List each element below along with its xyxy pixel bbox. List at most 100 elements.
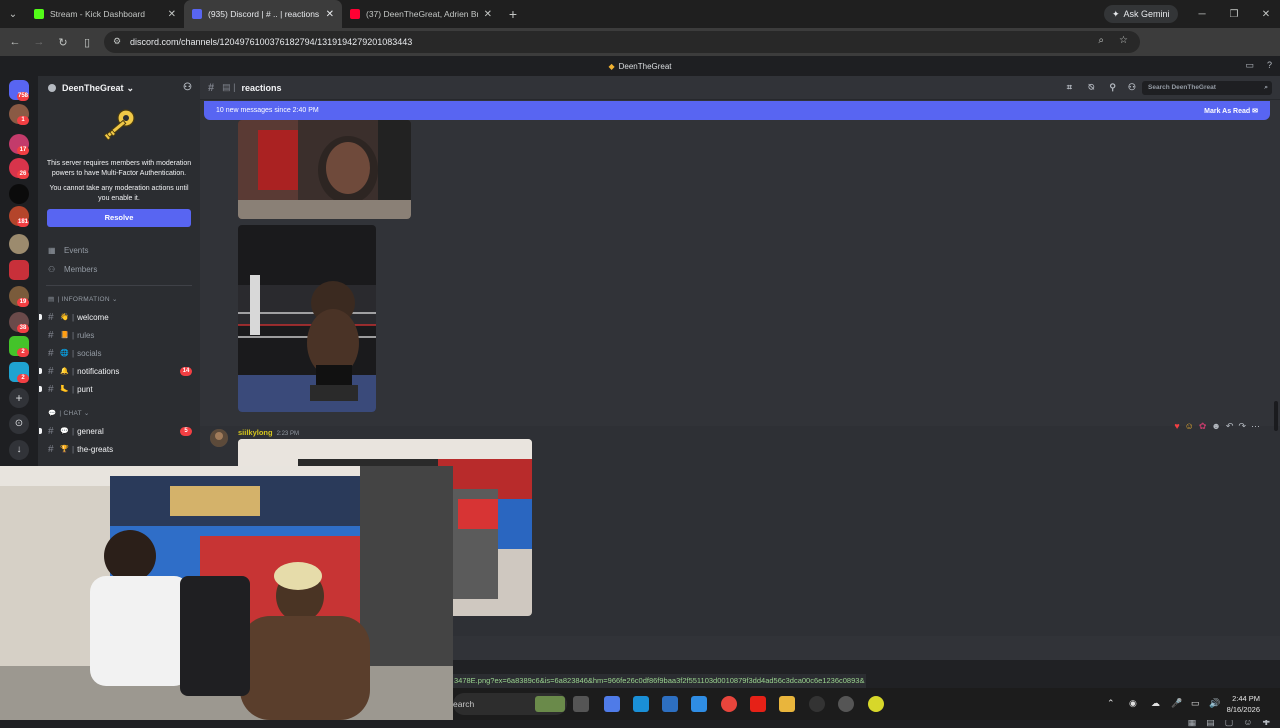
help-icon[interactable]: ? — [1267, 60, 1272, 70]
edge-icon[interactable] — [633, 696, 649, 712]
threads-icon[interactable]: ⌗ — [1067, 82, 1072, 93]
channel-notifications[interactable]: # 🔔 | notifications 14 — [38, 362, 200, 380]
inbox-icon[interactable]: ▭ — [1245, 60, 1254, 71]
taskbar-clock[interactable]: 2:44 PM 8/16/2026 — [1227, 693, 1260, 715]
server-icon[interactable] — [9, 234, 29, 254]
youtube-icon[interactable] — [750, 696, 766, 712]
youtube-favicon-icon — [350, 9, 360, 19]
discover-icon[interactable]: ⊙ — [9, 414, 29, 434]
reply-icon[interactable]: ↶ — [1226, 421, 1234, 432]
tab-search-icon[interactable]: ⌄ — [0, 0, 26, 28]
file-explorer-icon[interactable] — [779, 696, 795, 712]
tab-title: (935) Discord | # .. | reactions — [208, 9, 320, 19]
server-icon[interactable] — [9, 184, 29, 204]
maximize-icon[interactable]: ❐ — [1218, 0, 1250, 28]
laugh-reaction-icon[interactable]: ☺ — [1185, 421, 1194, 431]
back-icon[interactable]: ← — [3, 36, 27, 48]
badge: 1 — [17, 116, 29, 125]
server-header[interactable]: DeenTheGreat ⌄ ⚇ — [38, 76, 200, 100]
close-window-icon[interactable]: ✕ — [1250, 0, 1280, 28]
outlook-icon[interactable] — [691, 696, 707, 712]
hash-icon: # — [48, 311, 54, 323]
reload-icon[interactable]: ↻ — [51, 36, 75, 49]
mfa-text: You cannot take any moderation actions u… — [49, 185, 189, 202]
bookmark-star-icon[interactable]: ☆ — [1119, 35, 1128, 46]
hash-icon: # — [48, 425, 54, 437]
tab-youtube[interactable]: (37) DeenTheGreat, Adrien Bro ✕ — [342, 0, 500, 28]
task-view-icon[interactable] — [573, 696, 589, 712]
add-reaction-icon[interactable]: ☻ — [1211, 421, 1220, 431]
server-status-icon — [48, 84, 56, 92]
badge: 2 — [17, 348, 29, 357]
ask-gemini-button[interactable]: ✦ Ask Gemini — [1104, 5, 1178, 23]
tray-app-icon[interactable]: ◉ — [1129, 698, 1137, 709]
channel-type-icon: ▤ | — [222, 82, 236, 92]
volume-icon[interactable]: 🔊 — [1209, 698, 1220, 709]
image-attachment[interactable] — [238, 120, 411, 219]
foot-emoji-icon: 🦶 — [60, 386, 69, 393]
copilot-icon[interactable] — [604, 696, 620, 712]
members-nav-item[interactable]: ⚇ Members — [38, 260, 200, 279]
download-icon[interactable]: ↓ — [9, 440, 29, 460]
notification-bell-icon[interactable]: ⍉ — [1089, 82, 1094, 93]
invite-people-icon[interactable]: ⚇ — [183, 82, 192, 93]
server-icon[interactable] — [9, 260, 29, 280]
minimize-icon[interactable]: ─ — [1186, 0, 1218, 28]
search-highlight-icon[interactable] — [535, 696, 565, 712]
store-icon[interactable] — [662, 696, 678, 712]
badge: 758 — [17, 92, 30, 101]
message-username[interactable]: siilkylong — [238, 428, 273, 437]
channel-header: # ▤ | reactions ⌗ ⍉ ⚲ ⚇ Search DeenTheGr… — [200, 76, 1280, 100]
avatar[interactable] — [210, 429, 228, 447]
microphone-icon[interactable]: 🎤 — [1171, 698, 1182, 709]
heart-reaction-icon[interactable]: ♥ — [1174, 421, 1179, 431]
book-emoji-icon: 📙 — [60, 332, 69, 339]
pin-icon[interactable]: ⚲ — [1109, 82, 1116, 93]
side-panel-icon[interactable]: ▯ — [75, 36, 99, 49]
channel-title: reactions — [241, 82, 282, 93]
norton-icon[interactable] — [868, 696, 884, 712]
channel-the-greats[interactable]: # 🏆 | the-greats — [38, 440, 200, 458]
member-list-icon[interactable]: ⚇ — [1128, 82, 1136, 93]
image-attachment[interactable] — [238, 225, 376, 412]
kick-favicon-icon — [34, 9, 44, 19]
hash-icon: # — [48, 329, 54, 341]
mark-as-read-button[interactable]: Mark As Read ✉ — [1204, 107, 1258, 115]
add-server-icon[interactable]: + — [9, 388, 29, 408]
channel-rules[interactable]: # 📙 | rules — [38, 326, 200, 344]
close-tab-icon[interactable]: ✕ — [484, 9, 492, 20]
close-tab-icon[interactable]: ✕ — [168, 9, 176, 20]
new-messages-bar[interactable]: 10 new messages since 2:40 PM Mark As Re… — [204, 101, 1270, 120]
custom-reaction-icon[interactable]: ✿ — [1199, 421, 1207, 432]
close-tab-icon[interactable]: ✕ — [326, 9, 334, 20]
more-options-icon[interactable]: ⋯ — [1251, 421, 1260, 432]
category-information[interactable]: ▤ | INFORMATION ⌄ — [38, 290, 200, 308]
site-info-icon[interactable]: ⚙ — [113, 36, 121, 47]
media-player-icon[interactable] — [838, 696, 854, 712]
forward-icon[interactable]: ↷ — [1238, 421, 1246, 432]
forward-icon[interactable]: → — [27, 36, 51, 48]
display-icon[interactable]: ▭ — [1191, 698, 1200, 709]
channel-general[interactable]: # 💬 | general 5 — [38, 422, 200, 440]
channel-punt[interactable]: # 🦶 | punt — [38, 380, 200, 398]
scrollbar[interactable] — [1274, 401, 1278, 431]
tab-kick-dashboard[interactable]: Stream - Kick Dashboard ✕ — [26, 0, 184, 28]
search-placeholder: Search DeenTheGreat — [1148, 84, 1216, 91]
resolve-button[interactable]: Resolve — [47, 209, 191, 227]
obs-icon[interactable] — [809, 696, 825, 712]
cloud-icon[interactable]: ☁ — [1151, 698, 1160, 709]
url-field[interactable]: ⚙ discord.com/channels/12049761003761827… — [104, 31, 1140, 53]
channel-socials[interactable]: # 🌐 | socials — [38, 344, 200, 362]
category-chat[interactable]: 💬 | CHAT ⌄ — [38, 404, 200, 422]
zoom-icon[interactable]: ⌕ — [1098, 35, 1104, 46]
events-nav-item[interactable]: ▦ Events — [38, 241, 200, 260]
search-input[interactable]: Search DeenTheGreat ⌕ — [1142, 81, 1272, 95]
bell-emoji-icon: 🔔 — [60, 368, 69, 375]
channel-welcome[interactable]: # 👋 | welcome — [38, 308, 200, 326]
webcam-overlay — [0, 466, 453, 720]
show-hidden-icons-icon[interactable]: ⌃ — [1107, 698, 1115, 709]
tab-discord[interactable]: (935) Discord | # .. | reactions ✕ — [184, 0, 342, 28]
chrome-icon[interactable] — [721, 696, 737, 712]
new-tab-button[interactable]: + — [500, 6, 526, 22]
badge: 17 — [17, 146, 29, 155]
